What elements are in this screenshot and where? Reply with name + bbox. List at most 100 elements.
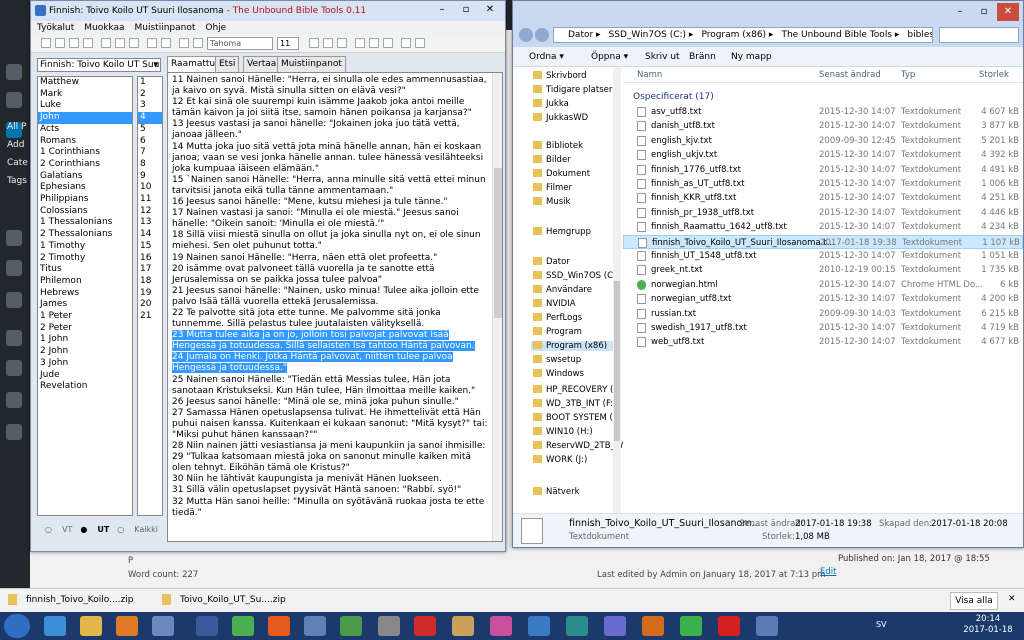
- align-left-icon[interactable]: [355, 38, 365, 48]
- menu-item[interactable]: Ohje: [205, 23, 226, 33]
- nav-item[interactable]: JukkasWD: [533, 113, 588, 123]
- app-icon[interactable]: [756, 616, 778, 636]
- chapter-item[interactable]: 7: [138, 147, 162, 159]
- font-select[interactable]: Tahoma: [207, 37, 273, 50]
- breadcrumb-item[interactable]: The Unbound Bible Tools ▸: [781, 30, 899, 40]
- app-icon[interactable]: [680, 616, 702, 636]
- app-icon[interactable]: [414, 616, 436, 636]
- file-row[interactable]: greek_nt.txt 2010-12-19 00:15 Textdokument…: [623, 263, 1023, 277]
- new-icon[interactable]: [41, 38, 51, 48]
- copy-icon[interactable]: [115, 38, 125, 48]
- breadcrumb-item[interactable]: Dator ▸: [568, 30, 601, 40]
- search-input[interactable]: [939, 27, 1019, 43]
- file-row[interactable]: web_utf8.txt 2015-12-30 14:07 Textdokument…: [623, 335, 1023, 349]
- file-row[interactable]: norwegian.html 2015-12-30 14:07 Chrome HTM…: [623, 278, 1023, 292]
- chapter-item[interactable]: 20: [138, 299, 162, 311]
- book-item[interactable]: 2 Timothy: [38, 253, 132, 265]
- explorer-titlebar[interactable]: – ▫ ✕ Dator ▸ SSD_Win7OS (C:) ▸ Program (x…: [513, 1, 1023, 47]
- book-item[interactable]: Revelation: [38, 381, 132, 393]
- chapter-item[interactable]: 2: [138, 89, 162, 101]
- print-icon[interactable]: [83, 38, 93, 48]
- book-item[interactable]: 1 Thessalonians: [38, 217, 132, 229]
- file-row[interactable]: finnish_KKR_utf8.txt 2015-12-30 14:07 Text…: [623, 191, 1023, 205]
- open-icon[interactable]: [55, 38, 65, 48]
- chapter-item[interactable]: 3: [138, 100, 162, 112]
- column-header[interactable]: Typ: [901, 70, 915, 80]
- text-scrollbar[interactable]: [492, 73, 502, 541]
- command-button[interactable]: Bränn: [689, 47, 716, 67]
- mail-icon[interactable]: [196, 616, 218, 636]
- tab-raamattu[interactable]: Raamattu: [167, 56, 220, 72]
- menu-item[interactable]: Työkalut: [37, 23, 74, 33]
- tab-muistiinpanot[interactable]: Muistiinpanot: [277, 56, 346, 72]
- book-item[interactable]: Titus: [38, 264, 132, 276]
- nav-item[interactable]: Dokument: [533, 169, 590, 179]
- book-item[interactable]: Matthew: [38, 77, 132, 89]
- file-row[interactable]: russian.txt 2009-09-30 14:03 Textdokument 6…: [623, 307, 1023, 321]
- window-titlebar[interactable]: Finnish: Toivo Koilo UT Suuri Ilosanoma …: [31, 1, 505, 21]
- nav-item[interactable]: WORK (J:): [533, 455, 587, 465]
- chapter-item[interactable]: 12: [138, 206, 162, 218]
- nav-item[interactable]: Hemgrupp: [533, 227, 591, 237]
- align-center-icon[interactable]: [369, 38, 379, 48]
- bold-icon[interactable]: [309, 38, 319, 48]
- app-icon[interactable]: [452, 616, 474, 636]
- column-header[interactable]: Senast ändrad: [819, 70, 881, 80]
- book-item[interactable]: 3 John: [38, 358, 132, 370]
- nav-item[interactable]: Bilder: [533, 155, 571, 165]
- chapter-item[interactable]: 6: [138, 136, 162, 148]
- nav-item[interactable]: Musik: [533, 197, 570, 207]
- vlc-icon[interactable]: [116, 616, 138, 636]
- align-right-icon[interactable]: [383, 38, 393, 48]
- file-row[interactable]: norwegian_utf8.txt 2015-12-30 14:07 Textdo…: [623, 292, 1023, 306]
- wp-menu-label[interactable]: Add: [7, 140, 24, 150]
- file-row[interactable]: finnish_Toivo_Koilo_UT_Suuri_Ilosanoma.t…: [623, 234, 1023, 249]
- back-icon[interactable]: [519, 28, 533, 42]
- nav-item[interactable]: Windows: [533, 369, 584, 379]
- radio-kaikki[interactable]: ○ Kaikki: [117, 525, 158, 534]
- nav-item[interactable]: Program (x86): [531, 341, 613, 351]
- book-item[interactable]: 1 Timothy: [38, 241, 132, 253]
- translation-select[interactable]: Finnish: Toivo Koilo UT Suuri ▾: [37, 58, 161, 72]
- wp-menu-label[interactable]: Tags: [7, 176, 27, 186]
- nav-item[interactable]: ReservWD_2TB_W: [533, 441, 623, 451]
- book-item[interactable]: 2 Thessalonians: [38, 229, 132, 241]
- download-item-2[interactable]: Toivo_Koilo_UT_Su....zip: [180, 595, 286, 605]
- show-all-button[interactable]: Visa alla: [950, 592, 998, 610]
- book-item[interactable]: Jude: [38, 370, 132, 382]
- book-item[interactable]: 1 Peter: [38, 311, 132, 323]
- chrome-icon[interactable]: [232, 616, 254, 636]
- indent-icon[interactable]: [415, 38, 425, 48]
- breadcrumb-item[interactable]: SSD_Win7OS (C:) ▸: [609, 30, 694, 40]
- nav-item[interactable]: SSD_Win7OS (C:): [533, 271, 619, 281]
- column-header[interactable]: Storlek: [979, 70, 1009, 80]
- ie-icon[interactable]: [44, 616, 66, 636]
- chapter-item[interactable]: 19: [138, 288, 162, 300]
- chapter-item[interactable]: 18: [138, 276, 162, 288]
- nav-item[interactable]: Filmer: [533, 183, 572, 193]
- nav-item[interactable]: NVIDIA: [533, 299, 576, 309]
- chapter-item[interactable]: 16: [138, 253, 162, 265]
- chapter-item[interactable]: 11: [138, 194, 162, 206]
- font-size-select[interactable]: 11: [277, 37, 299, 50]
- chapter-item[interactable]: 1: [138, 77, 162, 89]
- breadcrumb-item[interactable]: bibles: [907, 30, 932, 40]
- book-item[interactable]: Romans: [38, 136, 132, 148]
- nav-item[interactable]: Bibliotek: [533, 141, 583, 151]
- file-row[interactable]: english_kjv.txt 2009-09-30 12:45 Textdokum…: [623, 134, 1023, 148]
- app-icon[interactable]: [642, 616, 664, 636]
- tab-etsi[interactable]: Etsi: [215, 56, 240, 72]
- file-row[interactable]: finnish_pr_1938_utf8.txt 2015-12-30 14:07…: [623, 206, 1023, 220]
- close-icon[interactable]: ✕: [479, 1, 501, 19]
- save-icon[interactable]: [69, 38, 79, 48]
- file-row[interactable]: finnish_UT_1548_utf8.txt 2015-12-30 14:07…: [623, 249, 1023, 263]
- underline-icon[interactable]: [337, 38, 347, 48]
- chapter-item[interactable]: 4: [138, 112, 162, 124]
- radio-vt[interactable]: ○ VT: [45, 525, 72, 534]
- file-row[interactable]: finnish_as_UT_utf8.txt 2015-12-30 14:07 Te…: [623, 177, 1023, 191]
- tab-vertaa[interactable]: Vertaa: [243, 56, 281, 72]
- app-icon[interactable]: [528, 616, 550, 636]
- chapter-item[interactable]: 10: [138, 182, 162, 194]
- chapter-item[interactable]: 15: [138, 241, 162, 253]
- wp-menu-label[interactable]: Cate: [7, 158, 28, 168]
